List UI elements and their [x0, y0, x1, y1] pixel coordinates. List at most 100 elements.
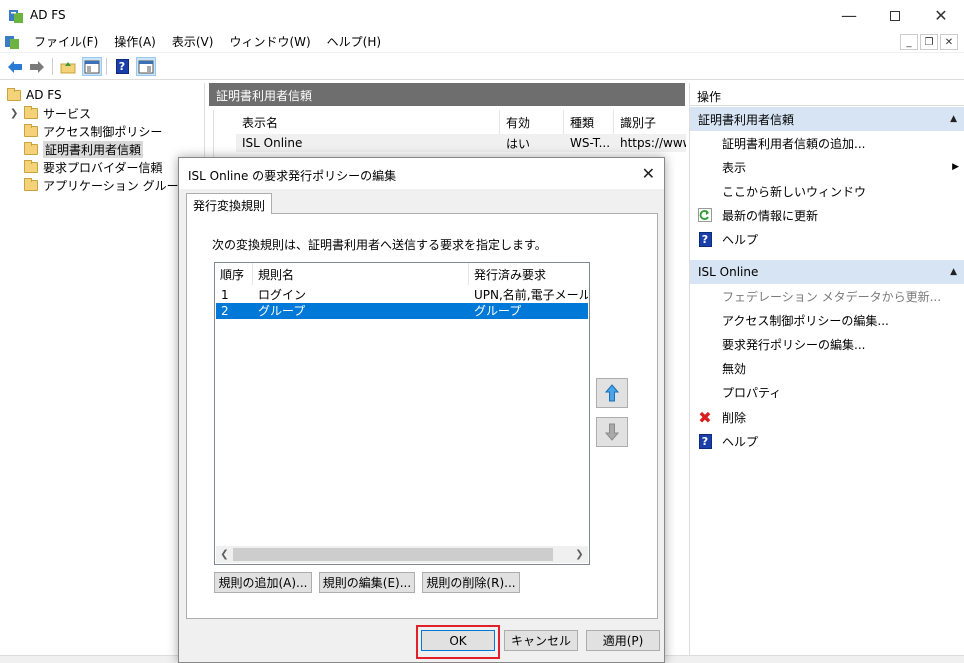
- delete-x-icon: ✖: [698, 407, 712, 427]
- up-one-level-button[interactable]: [58, 57, 78, 76]
- scroll-left-icon[interactable]: ❮: [216, 546, 233, 563]
- tree-item-adfs-root[interactable]: AD FS: [7, 86, 62, 104]
- rule-name: ログイン: [258, 288, 307, 302]
- action-refresh[interactable]: 最新の情報に更新: [690, 203, 964, 227]
- folder-icon: [24, 159, 38, 173]
- action-delete[interactable]: ✖ 削除: [690, 405, 964, 429]
- column-header-enabled[interactable]: 有効: [500, 110, 564, 134]
- tree-item-claims-provider-trusts[interactable]: 要求プロバイダー信頼: [24, 158, 163, 176]
- maximize-icon: [890, 10, 900, 21]
- menu-help[interactable]: ヘルプ(H): [319, 34, 389, 50]
- actions-pane-title: 操作: [690, 83, 964, 106]
- tree-item-label: 証明書利用者信頼: [43, 140, 144, 158]
- action-help-isl[interactable]: ? ヘルプ: [690, 429, 964, 453]
- column-header-identifier[interactable]: 識別子: [614, 110, 686, 134]
- show-hide-action-pane-button[interactable]: [136, 57, 156, 76]
- menu-window[interactable]: ウィンドウ(W): [221, 34, 318, 50]
- actions-section-relying-party-trusts[interactable]: 証明書利用者信頼 ▲: [690, 107, 964, 131]
- column-header-rule-name[interactable]: 規則名: [253, 263, 469, 285]
- column-header-display-name[interactable]: 表示名: [236, 110, 500, 134]
- collapse-up-icon[interactable]: ▲: [950, 267, 957, 277]
- console-tree-icon: [84, 60, 100, 73]
- move-up-button[interactable]: [596, 378, 628, 408]
- tab-issuance-transform-rules[interactable]: 発行変換規則: [186, 193, 273, 214]
- column-header-order[interactable]: 順序: [215, 263, 253, 285]
- mdi-minimize-button[interactable]: _: [900, 34, 918, 50]
- menu-bar: ファイル(F) 操作(A) 表示(V) ウィンドウ(W) ヘルプ(H) _ ❐ …: [0, 31, 964, 53]
- action-view[interactable]: 表示 ▶: [690, 155, 964, 179]
- folder-icon: [7, 87, 21, 101]
- dialog-close-button[interactable]: ✕: [642, 164, 655, 183]
- show-hide-console-tree-button[interactable]: [82, 57, 102, 76]
- add-rule-button[interactable]: 規則の追加(A)...: [214, 572, 312, 593]
- action-new-window-from-here[interactable]: ここから新しいウィンドウ: [690, 179, 964, 203]
- table-cell-type[interactable]: WS-T...: [564, 134, 614, 152]
- folder-icon: [24, 177, 38, 191]
- chevron-right-icon[interactable]: ❯: [10, 108, 24, 119]
- folder-icon: [24, 141, 38, 155]
- action-pane-icon: [138, 60, 154, 73]
- table-row[interactable]: 1 ログイン UPN,名前,電子メール ア: [216, 287, 588, 303]
- menu-action[interactable]: 操作(A): [106, 34, 164, 50]
- rule-name: グループ: [258, 304, 306, 318]
- table-row[interactable]: 2 グループ グループ: [216, 303, 588, 319]
- action-edit-access-control-policy[interactable]: アクセス制御ポリシーの編集...: [690, 308, 964, 332]
- console-tree: AD FS ❯ サービス アクセス制御ポリシー 証明書利用者信頼 要求プロバイダ…: [0, 83, 205, 655]
- folder-icon: [24, 105, 38, 119]
- help-icon: ?: [698, 231, 712, 247]
- help-toolbar-button[interactable]: ?: [112, 57, 132, 76]
- minimize-button[interactable]: —: [826, 0, 872, 31]
- menu-file[interactable]: ファイル(F): [26, 34, 106, 50]
- window-title: AD FS: [30, 8, 66, 22]
- rule-issued-claims: グループ: [474, 304, 522, 318]
- mdi-close-button[interactable]: ✕: [940, 34, 958, 50]
- back-button[interactable]: [5, 57, 25, 76]
- tree-item-relying-party-trusts[interactable]: 証明書利用者信頼: [24, 140, 144, 158]
- cancel-button[interactable]: キャンセル: [504, 630, 578, 651]
- action-disable[interactable]: 無効: [690, 356, 964, 380]
- back-arrow-icon: [8, 60, 22, 73]
- action-update-from-federation-metadata[interactable]: フェデレーション メタデータから更新...: [690, 284, 964, 308]
- action-help[interactable]: ? ヘルプ: [690, 227, 964, 251]
- horizontal-scrollbar[interactable]: ❮ ❯: [216, 546, 588, 563]
- action-properties[interactable]: プロパティ: [690, 380, 964, 404]
- dialog-title: ISL Online の要求発行ポリシーの編集: [179, 158, 664, 189]
- mmc-icon: [4, 34, 20, 50]
- tree-item-services[interactable]: ❯ サービス: [10, 104, 91, 122]
- tree-item-application-groups[interactable]: アプリケーション グループ: [24, 176, 190, 194]
- toolbar: ?: [0, 53, 964, 80]
- forward-arrow-icon: [30, 60, 44, 73]
- table-cell-identifier[interactable]: https://www: [614, 134, 686, 152]
- tree-item-access-control-policies[interactable]: アクセス制御ポリシー: [24, 122, 162, 140]
- folder-icon: [24, 123, 38, 137]
- collapse-up-icon[interactable]: ▲: [950, 114, 957, 124]
- mdi-restore-button[interactable]: ❐: [920, 34, 938, 50]
- actions-section-isl-online[interactable]: ISL Online ▲: [690, 260, 964, 284]
- action-add-relying-party-trust[interactable]: 証明書利用者信頼の追加...: [690, 131, 964, 155]
- tree-item-label: AD FS: [26, 88, 62, 102]
- maximize-button[interactable]: [872, 0, 918, 31]
- title-bar: AD FS — ✕: [0, 0, 964, 31]
- forward-button[interactable]: [27, 57, 47, 76]
- ok-button[interactable]: OK: [421, 630, 495, 651]
- edit-rule-button[interactable]: 規則の編集(E)...: [319, 572, 415, 593]
- scroll-right-icon[interactable]: ❯: [571, 546, 588, 563]
- action-edit-claim-issuance-policy[interactable]: 要求発行ポリシーの編集...: [690, 332, 964, 356]
- transform-rules-list[interactable]: 順序 規則名 発行済み要求 1 ログイン UPN,名前,電子メール ア 2 グル…: [214, 262, 590, 565]
- actions-pane: 操作 証明書利用者信頼 ▲ 証明書利用者信頼の追加... 表示 ▶ ここから新し…: [689, 83, 964, 655]
- arrow-down-icon: [605, 423, 619, 441]
- delete-rule-button[interactable]: 規則の削除(R)...: [422, 572, 520, 593]
- rule-order: 2: [221, 304, 229, 318]
- close-window-button[interactable]: ✕: [918, 0, 964, 31]
- move-down-button[interactable]: [596, 417, 628, 447]
- column-header-type[interactable]: 種類: [564, 110, 614, 134]
- adfs-app-icon: [8, 8, 24, 24]
- column-header-issued-claims[interactable]: 発行済み要求: [469, 263, 589, 285]
- table-cell-display-name[interactable]: ISL Online: [236, 134, 500, 152]
- table-cell-enabled[interactable]: はい: [500, 134, 564, 152]
- edit-claim-issuance-policy-dialog: ISL Online の要求発行ポリシーの編集 ✕ 発行変換規則 次の変換規則は…: [178, 157, 665, 663]
- scrollbar-thumb[interactable]: [233, 548, 553, 561]
- apply-button[interactable]: 適用(P): [586, 630, 660, 651]
- section-title: 証明書利用者信頼: [698, 112, 795, 127]
- menu-view[interactable]: 表示(V): [164, 34, 222, 50]
